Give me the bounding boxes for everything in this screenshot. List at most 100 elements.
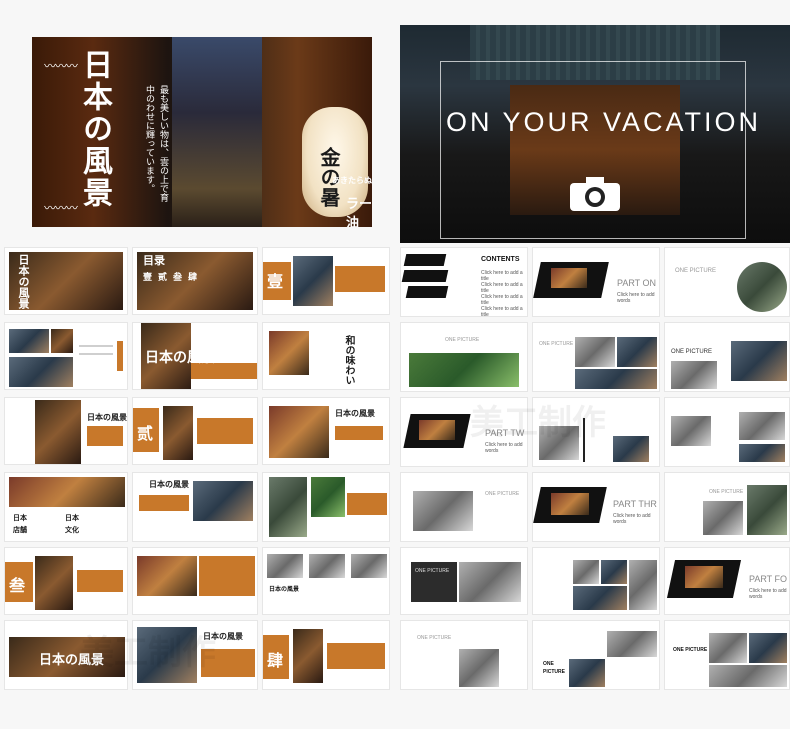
ramen-text: ラー油 xyxy=(346,197,372,227)
side-label-c: 日本 xyxy=(65,513,79,522)
thumb-slide[interactable]: ONE PICTURE xyxy=(400,620,528,690)
thumb-slide[interactable] xyxy=(262,472,390,542)
brush-stroke xyxy=(405,286,449,298)
thumb-slide[interactable]: ONE PICTURE xyxy=(664,247,790,317)
thumb-slide[interactable]: ONE PICTURE xyxy=(532,322,660,392)
thumb-slide[interactable]: 日本の風景 xyxy=(262,397,390,465)
section-number: 壹 xyxy=(267,272,284,291)
watermark-text: 美工制作 xyxy=(80,633,216,673)
thumb-cover[interactable]: 日本の風景 xyxy=(4,247,128,315)
orange-block xyxy=(77,570,123,592)
thumb-photo xyxy=(309,554,345,578)
thumb-slide[interactable]: ONE PICTURE xyxy=(664,620,790,690)
thumb-section-four[interactable]: 肆 xyxy=(262,620,390,690)
thumb-title: 日本の風景 xyxy=(269,586,300,593)
thumb-slide[interactable]: ONE PICTURE xyxy=(400,547,528,615)
orange-block xyxy=(199,556,255,596)
thumb-photo xyxy=(9,357,73,387)
thumb-photo xyxy=(163,406,193,460)
thumb-photo xyxy=(671,361,717,389)
thumb-photo xyxy=(607,631,657,657)
ramen-small-text: あきたらぬ xyxy=(332,175,372,185)
thumb-photo xyxy=(671,416,711,446)
thumb-photo xyxy=(731,341,787,381)
page-canvas: 日本の風景 最も美しい物は、雲の上で育 中のわせに輝っています。 金の暑 〰〰〰… xyxy=(0,0,790,729)
thumb-section-two[interactable]: 贰 xyxy=(132,397,258,465)
section-number: 贰 xyxy=(137,424,154,443)
thumb-slide[interactable]: ONE PICTURE xyxy=(664,472,790,542)
toc-item: 贰 xyxy=(158,273,174,283)
thumb-section-one[interactable]: 壹 xyxy=(262,247,390,315)
side-label-a: 日本 xyxy=(13,513,27,522)
orange-block xyxy=(347,493,387,515)
thumb-photo xyxy=(293,629,323,683)
thumb-photo xyxy=(459,562,521,602)
thumb-slide[interactable]: 日本の風景 xyxy=(262,547,390,615)
thumb-section-three[interactable]: 叁 xyxy=(4,547,128,615)
thumb-slide[interactable] xyxy=(664,397,790,467)
orange-block xyxy=(87,426,123,446)
thumb-slide[interactable]: ONE PICTURE xyxy=(400,472,528,542)
thumb-photo xyxy=(293,256,333,306)
brush-text: 和の味わい xyxy=(343,335,354,385)
part-label: PART ON xyxy=(617,278,657,288)
thumb-photo xyxy=(351,554,387,578)
part-label: PART FO xyxy=(749,574,788,584)
contents-item: Click here to add a title xyxy=(481,282,523,294)
thumb-title: 日本の風景 xyxy=(145,350,215,366)
contents-item: Click here to add a title xyxy=(481,294,523,306)
alley-photo xyxy=(172,37,262,227)
thumb-slide[interactable] xyxy=(4,322,128,390)
thumb-part-three[interactable]: PART THR Click here to add words xyxy=(532,472,660,542)
thumb-photo xyxy=(575,369,657,389)
thumb-photo xyxy=(409,353,519,387)
thumb-photo xyxy=(269,406,329,458)
thumb-photo xyxy=(737,262,787,312)
thumb-slide[interactable]: ONE PICTURE xyxy=(664,322,790,392)
thumb-slide[interactable] xyxy=(132,547,258,615)
one-picture-label: ONE PICTURE xyxy=(445,337,480,343)
one-picture-label: ONE PICTURE xyxy=(671,349,713,355)
section-number: 叁 xyxy=(9,576,26,595)
thumb-slide[interactable] xyxy=(532,547,660,615)
thumb-photo xyxy=(709,665,787,687)
thumb-photo xyxy=(269,477,307,537)
thumb-slide[interactable]: 日本の風景 xyxy=(4,397,128,465)
thumb-photo xyxy=(419,420,455,440)
poem-line-1: 最も美しい物は、雲の上で育 xyxy=(158,85,168,202)
thumb-slide[interactable]: ONE PICTURE xyxy=(532,620,660,690)
thumb-photo xyxy=(601,560,627,584)
thumb-slide[interactable]: 日本の風景 xyxy=(132,472,258,542)
thumb-slide[interactable]: 和の味わい xyxy=(262,322,390,390)
thumb-toc[interactable]: 目录 壹贰叁肆 xyxy=(132,247,258,315)
thumb-toc-title: 目录 xyxy=(143,254,165,267)
thumb-part-one[interactable]: PART ON Click here to add words xyxy=(532,247,660,317)
thumb-title-slide[interactable]: 日本の風景 xyxy=(132,322,258,390)
thumb-slide[interactable]: ONE PICTURE xyxy=(400,322,528,392)
thumb-contents[interactable]: CONTENTS Click here to add a title Click… xyxy=(400,247,528,317)
caption-picture: PICTURE xyxy=(543,669,565,675)
thumb-photo xyxy=(35,556,73,610)
poem-line-2: 中のわせに輝っています。 xyxy=(144,85,154,193)
thumb-photo xyxy=(35,400,81,464)
toc-item: 肆 xyxy=(188,273,204,283)
hero-left-poem: 最も美しい物は、雲の上で育 中のわせに輝っています。 xyxy=(142,85,170,202)
thumb-photo xyxy=(709,633,747,663)
one-picture-label: ONE PICTURE xyxy=(709,489,744,495)
thumb-photo xyxy=(747,485,787,535)
text-line xyxy=(79,353,113,355)
thumb-photo xyxy=(685,566,723,588)
orange-block xyxy=(197,418,253,444)
thumb-photo xyxy=(137,556,197,596)
orange-block xyxy=(327,643,385,669)
section-number: 肆 xyxy=(267,651,284,670)
thumb-toc-items: 壹贰叁肆 xyxy=(143,270,203,283)
hero-left-image: 日本の風景 最も美しい物は、雲の上で育 中のわせに輝っています。 金の暑 〰〰〰… xyxy=(32,37,372,227)
orange-block xyxy=(139,495,189,511)
thumb-slide[interactable]: 日本 店舗 日本 文化 xyxy=(4,472,128,542)
click-text: Click here to add words xyxy=(613,513,651,525)
thumb-photo xyxy=(739,444,785,462)
thumb-photo xyxy=(703,501,743,535)
thumb-photo xyxy=(551,493,589,515)
thumb-part-four[interactable]: PART FO Click here to add words xyxy=(664,547,790,615)
